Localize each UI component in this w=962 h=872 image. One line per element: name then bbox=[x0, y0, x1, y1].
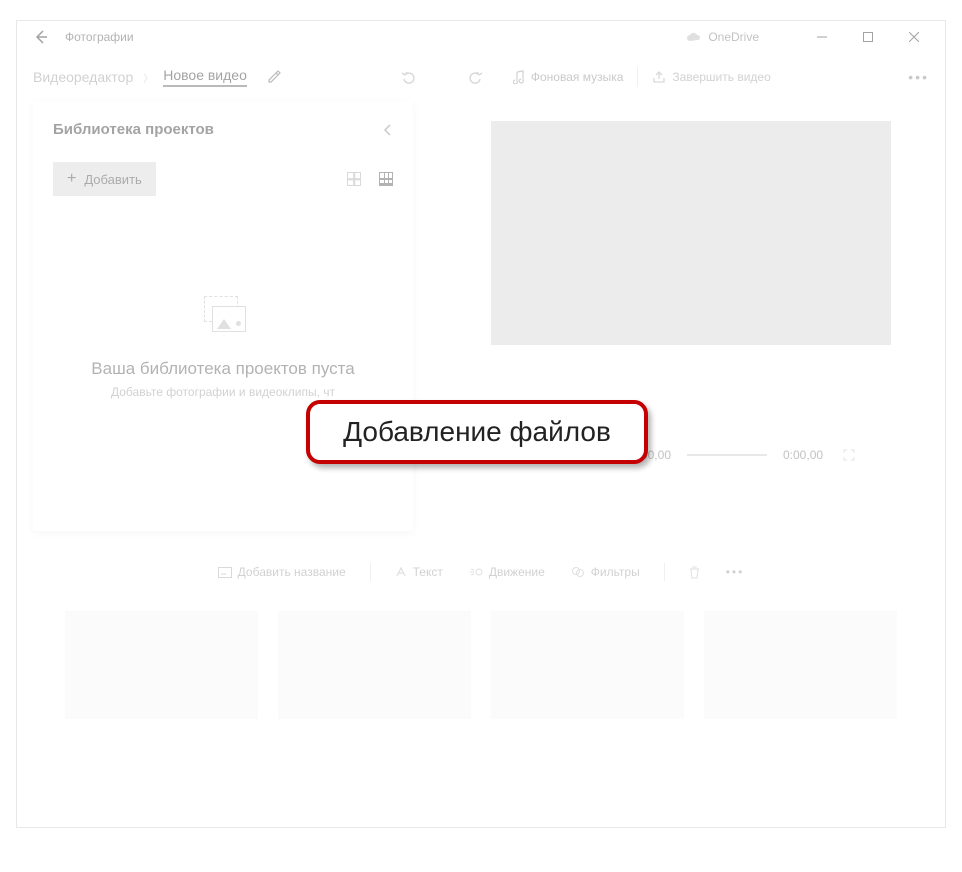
view-small-grid-button[interactable] bbox=[379, 172, 393, 186]
expand-icon bbox=[843, 449, 855, 461]
collapse-panel-button[interactable] bbox=[383, 123, 393, 137]
minimize-button[interactable] bbox=[799, 21, 845, 53]
project-library-panel: Библиотека проектов + Добавить bbox=[33, 101, 413, 531]
undo-button[interactable] bbox=[391, 59, 427, 95]
delete-button[interactable] bbox=[681, 562, 708, 583]
separator bbox=[637, 67, 638, 87]
breadcrumb-editor[interactable]: Видеоредактор bbox=[33, 69, 133, 85]
title-card-icon bbox=[218, 567, 232, 578]
add-title-card-button[interactable]: Добавить название bbox=[210, 561, 354, 583]
maximize-button[interactable] bbox=[845, 21, 891, 53]
storyboard-track bbox=[17, 583, 945, 747]
callout-text: Добавление файлов bbox=[343, 416, 611, 448]
fullscreen-button[interactable] bbox=[839, 445, 859, 465]
trash-icon bbox=[689, 566, 700, 579]
background-music-button[interactable]: Фоновая музыка bbox=[513, 70, 624, 84]
music-icon bbox=[513, 70, 525, 84]
pencil-icon bbox=[267, 70, 281, 84]
more-button[interactable]: ••• bbox=[908, 69, 929, 85]
separator bbox=[664, 563, 665, 581]
onedrive-label: OneDrive bbox=[708, 30, 759, 44]
undo-icon bbox=[401, 69, 417, 85]
motion-icon bbox=[469, 566, 483, 578]
close-button[interactable] bbox=[891, 21, 937, 53]
storyboard-more-button[interactable]: ••• bbox=[718, 561, 753, 583]
preview-area: 0:00,00 0:00,00 bbox=[413, 101, 929, 531]
filters-button[interactable]: Фильтры bbox=[563, 561, 648, 583]
export-icon bbox=[652, 70, 666, 84]
add-button[interactable]: + Добавить bbox=[53, 162, 156, 196]
titlebar: Фотографии OneDrive bbox=[17, 21, 945, 53]
empty-subtitle: Добавьте фотографии и видеоклипы, чт bbox=[53, 385, 393, 399]
command-bar: Видеоредактор 〉 Новое видео Фоновая музы… bbox=[17, 53, 945, 101]
storyboard-slot[interactable] bbox=[491, 611, 684, 719]
edit-title-button[interactable] bbox=[267, 70, 281, 84]
main-area: Библиотека проектов + Добавить bbox=[17, 101, 945, 531]
filters-icon bbox=[571, 566, 585, 578]
chevron-left-icon bbox=[383, 123, 393, 137]
library-title: Библиотека проектов bbox=[53, 121, 214, 138]
close-icon bbox=[909, 32, 919, 42]
photos-icon bbox=[200, 296, 246, 336]
onedrive-link[interactable]: OneDrive bbox=[686, 30, 759, 44]
separator bbox=[370, 563, 371, 581]
plus-icon: + bbox=[67, 170, 76, 188]
time-total: 0:00,00 bbox=[783, 448, 823, 462]
storyboard-slot[interactable] bbox=[704, 611, 897, 719]
seek-track[interactable] bbox=[687, 454, 767, 456]
storyboard-slot[interactable] bbox=[65, 611, 258, 719]
redo-button[interactable] bbox=[457, 59, 493, 95]
maximize-icon bbox=[863, 32, 873, 42]
redo-icon bbox=[467, 69, 483, 85]
storyboard-slot[interactable] bbox=[278, 611, 471, 719]
video-preview-canvas bbox=[491, 121, 891, 345]
text-icon bbox=[395, 566, 407, 578]
cloud-icon bbox=[686, 32, 702, 43]
text-button[interactable]: Текст bbox=[387, 561, 451, 583]
motion-button[interactable]: Движение bbox=[461, 561, 553, 583]
project-title[interactable]: Новое видео bbox=[163, 67, 247, 87]
empty-library-state: Ваша библиотека проектов пуста Добавьте … bbox=[53, 296, 393, 399]
minimize-icon bbox=[817, 32, 827, 42]
view-large-grid-button[interactable] bbox=[347, 172, 361, 186]
storyboard-toolbar: Добавить название Текст Движение Фильтры… bbox=[17, 561, 945, 583]
chevron-right-icon: 〉 bbox=[143, 70, 153, 85]
back-button[interactable] bbox=[25, 21, 57, 53]
annotation-callout: Добавление файлов bbox=[306, 400, 648, 464]
app-title: Фотографии bbox=[65, 30, 134, 44]
finish-video-button[interactable]: Завершить видео bbox=[652, 70, 770, 84]
add-label: Добавить bbox=[84, 172, 141, 187]
arrow-left-icon bbox=[33, 29, 49, 45]
empty-title: Ваша библиотека проектов пуста bbox=[53, 359, 393, 379]
